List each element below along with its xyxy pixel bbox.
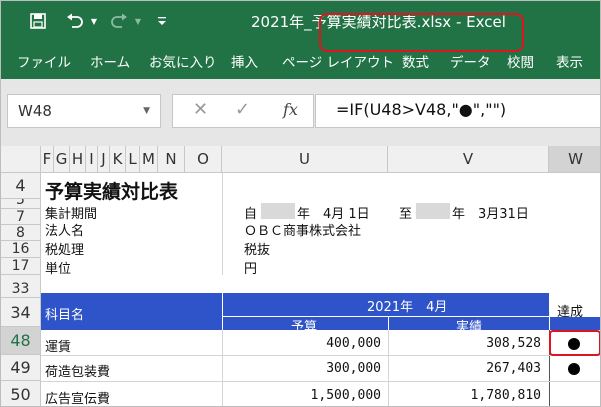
customize-qat-icon[interactable] bbox=[155, 10, 169, 32]
row-header-49[interactable]: 49 bbox=[1, 355, 41, 381]
company-name: ＯＢＣ商事株式会社 bbox=[244, 224, 362, 239]
actual-cell[interactable]: 267,403 bbox=[393, 361, 541, 376]
selected-cell-highlight bbox=[549, 330, 600, 356]
budget-cell[interactable]: 400,000 bbox=[231, 336, 381, 351]
row-header-4[interactable]: 4 bbox=[1, 173, 41, 199]
undo-dropdown-icon[interactable]: ▼ bbox=[89, 10, 99, 32]
select-all-corner[interactable] bbox=[1, 146, 41, 173]
column-header-j[interactable]: J bbox=[98, 146, 110, 173]
row-header-33[interactable]: 33 bbox=[1, 275, 41, 298]
name-box-value: W48 bbox=[18, 102, 52, 120]
column-header-l[interactable]: L bbox=[126, 146, 140, 173]
budget-header: 予算 bbox=[291, 320, 318, 335]
column-header-m[interactable]: M bbox=[140, 146, 158, 173]
account-cell[interactable]: 荷造包装費 bbox=[45, 361, 110, 380]
row-header-7[interactable]: 7 bbox=[1, 209, 41, 225]
redo-dropdown-icon[interactable]: ▼ bbox=[133, 10, 143, 32]
period-to: 年 3月31日 bbox=[452, 207, 529, 222]
gridline bbox=[388, 316, 389, 330]
tab-formulas[interactable]: 数式 bbox=[402, 51, 429, 71]
achieved-mark[interactable] bbox=[568, 363, 580, 375]
unit-value: 円 bbox=[244, 262, 258, 277]
gridline bbox=[41, 355, 600, 356]
row-header-48[interactable]: 48 bbox=[1, 327, 41, 355]
insert-function-icon[interactable]: fx bbox=[283, 100, 298, 119]
actual-cell[interactable]: 308,528 bbox=[393, 336, 541, 351]
redo-icon[interactable] bbox=[107, 10, 131, 32]
column-header-i[interactable]: I bbox=[86, 146, 98, 173]
formula-text: =IF(U48>V48,"●","") bbox=[336, 100, 507, 119]
column-header-u[interactable]: U bbox=[222, 146, 388, 173]
worksheet-grid[interactable]: F G H I J K L M N O U V W 4 5 7 8 16 17 … bbox=[1, 146, 600, 406]
tab-page-layout[interactable]: ページ レイアウト bbox=[282, 51, 394, 71]
actual-cell[interactable]: 1,780,810 bbox=[393, 388, 541, 403]
save-icon[interactable] bbox=[27, 10, 49, 32]
tab-insert[interactable]: 挿入 bbox=[231, 51, 258, 71]
unit-label: 単位 bbox=[45, 262, 72, 277]
column-header-f[interactable]: F bbox=[41, 146, 54, 173]
undo-icon[interactable] bbox=[63, 10, 87, 32]
gridline bbox=[388, 330, 389, 406]
budget-cell[interactable]: 300,000 bbox=[231, 361, 381, 376]
gridline bbox=[222, 330, 223, 406]
enter-icon[interactable]: ✓ bbox=[235, 99, 250, 120]
company-label: 法人名 bbox=[45, 224, 85, 239]
column-header-n[interactable]: N bbox=[158, 146, 185, 173]
column-header-v[interactable]: V bbox=[388, 146, 549, 173]
year-blank-box bbox=[261, 203, 295, 219]
column-header-h[interactable]: H bbox=[70, 146, 86, 173]
row-header-5[interactable]: 5 bbox=[1, 199, 41, 209]
column-header-w[interactable]: W bbox=[549, 146, 600, 173]
achieved-header: 達成 bbox=[557, 305, 584, 320]
account-header: 科目名 bbox=[45, 308, 85, 323]
column-header-g[interactable]: G bbox=[54, 146, 70, 173]
row-header-16[interactable]: 16 bbox=[1, 241, 41, 258]
tab-view[interactable]: 表示 bbox=[556, 51, 583, 71]
formula-input[interactable]: =IF(U48>V48,"●","") bbox=[315, 94, 600, 128]
column-header-k[interactable]: K bbox=[110, 146, 126, 173]
row-header-34[interactable]: 34 bbox=[1, 298, 41, 327]
tax-value: 税抜 bbox=[244, 243, 271, 258]
column-header-o[interactable]: O bbox=[185, 146, 222, 173]
gridline bbox=[41, 381, 600, 382]
tab-data[interactable]: データ bbox=[450, 51, 491, 71]
account-cell[interactable]: 運賃 bbox=[45, 336, 71, 355]
period-header: 2021年 4月 bbox=[367, 300, 448, 315]
excel-window: ▼ ▼ 2021年_予算実績対比表.xlsx - Excel ファイル ホーム … bbox=[0, 0, 601, 407]
gridline bbox=[222, 173, 223, 275]
tab-file[interactable]: ファイル bbox=[17, 51, 71, 71]
formula-buttons: ✕ ✓ fx bbox=[172, 94, 314, 128]
tab-favorites[interactable]: お気に入り bbox=[149, 51, 217, 71]
period-to-prefix: 至 bbox=[399, 207, 413, 222]
account-cell[interactable]: 広告宣伝費 bbox=[45, 388, 110, 406]
gridline bbox=[549, 293, 550, 330]
tax-label: 税処理 bbox=[45, 243, 85, 258]
row-header-8[interactable]: 8 bbox=[1, 225, 41, 241]
year-blank-box bbox=[416, 203, 450, 219]
cancel-icon[interactable]: ✕ bbox=[193, 99, 208, 120]
formula-bar-area: W48 ▼ ✕ ✓ fx =IF(U48>V48,"●","") bbox=[1, 79, 600, 146]
tab-home[interactable]: ホーム bbox=[90, 51, 130, 71]
budget-cell[interactable]: 1,500,000 bbox=[231, 388, 381, 403]
report-title: 予算実績対比表 bbox=[45, 181, 179, 203]
actual-header: 実績 bbox=[456, 320, 483, 335]
row-header-50[interactable]: 50 bbox=[1, 381, 41, 406]
chevron-down-icon[interactable]: ▼ bbox=[143, 106, 150, 116]
gridline bbox=[222, 316, 549, 317]
row-header-17[interactable]: 17 bbox=[1, 258, 41, 275]
gridline bbox=[222, 293, 223, 330]
name-box[interactable]: W48 ▼ bbox=[7, 94, 161, 128]
tab-review[interactable]: 校閲 bbox=[507, 51, 534, 71]
formula-highlight-box bbox=[319, 13, 524, 52]
